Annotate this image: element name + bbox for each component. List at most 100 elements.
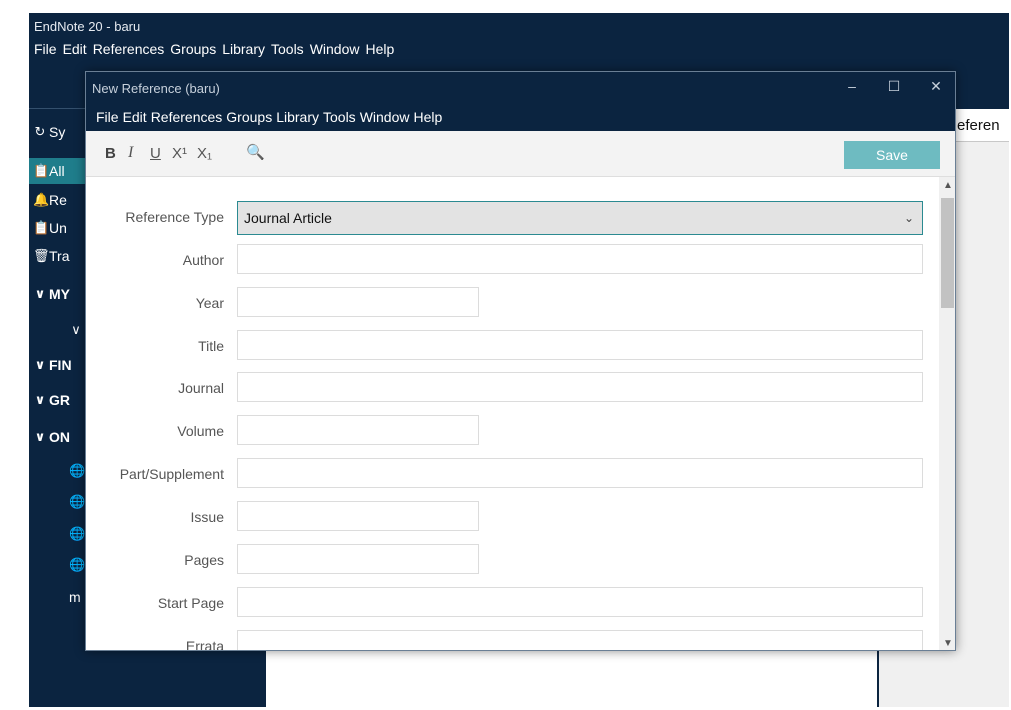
part-supplement-field[interactable] [237, 458, 923, 488]
sidebar-item-label: Sy [49, 124, 66, 140]
scroll-up-icon[interactable]: ▲ [943, 180, 953, 191]
chevron-down-icon: ∨ [34, 286, 46, 301]
main-window-title: EndNote 20 - baru [34, 19, 141, 34]
sidebar-item-recently-added[interactable]: 🔔 Re [33, 192, 67, 208]
clipboard-icon: 📋 [33, 220, 50, 235]
dialog-title: New Reference (baru) [92, 81, 220, 96]
main-menubar: File Edit References Groups Library Tool… [33, 39, 395, 59]
sidebar-group-groups[interactable]: ∨ GR [33, 392, 70, 408]
main-menu-library[interactable]: Library [221, 39, 266, 59]
issue-label: Issue [190, 509, 224, 525]
scrollbar-thumb[interactable] [941, 198, 954, 308]
dialog-menu-tools[interactable]: Tools [323, 109, 356, 125]
title-label: Title [198, 338, 224, 354]
reference-type-value: Journal Article [244, 210, 332, 226]
sidebar-item-label: All [49, 163, 65, 179]
sidebar-item-label: Tra [49, 248, 70, 264]
author-label: Author [182, 252, 224, 268]
globe-icon: 🌐 [69, 557, 86, 572]
chevron-down-icon: ∨ [71, 322, 81, 337]
italic-button[interactable]: I [128, 144, 133, 162]
chevron-down-icon: ∨ [34, 392, 46, 407]
minimize-icon[interactable]: – [845, 78, 859, 95]
dialog-menubar: File Edit References Groups Library Tool… [96, 109, 442, 125]
errata-label: Errata [185, 638, 224, 651]
sync-icon: ↻ [34, 124, 46, 139]
sidebar-online-item[interactable]: 🌐 [69, 494, 85, 510]
main-menu-window[interactable]: Window [309, 39, 361, 59]
sidebar-online-more[interactable]: m [69, 589, 81, 605]
save-button[interactable]: Save [844, 141, 940, 169]
journal-field[interactable] [237, 372, 923, 402]
main-menu-references[interactable]: References [92, 39, 166, 59]
scroll-down-icon[interactable]: ▼ [943, 638, 953, 649]
year-label: Year [195, 295, 224, 311]
dialog-menu-groups[interactable]: Groups [226, 109, 272, 125]
year-field[interactable] [237, 287, 479, 317]
main-menu-help[interactable]: Help [364, 39, 395, 59]
sidebar-divider [29, 108, 89, 109]
new-reference-dialog: New Reference (baru) – ☐ ✕ File Edit Ref… [85, 71, 956, 651]
sidebar-online-item[interactable]: 🌐 [69, 526, 86, 542]
sidebar-group-my[interactable]: ∨ MY [33, 286, 70, 302]
sidebar-item-trash[interactable]: 🗑 Tra [33, 248, 69, 264]
pages-field[interactable] [237, 544, 479, 574]
sidebar-item-label: Re [49, 192, 67, 208]
dialog-header: New Reference (baru) – ☐ ✕ File Edit Ref… [86, 72, 955, 131]
author-field[interactable] [237, 244, 923, 274]
sidebar-item-label: m [69, 589, 81, 605]
sidebar-item-label: ON [49, 429, 70, 445]
search-icon[interactable]: 🔍 [246, 143, 265, 161]
reference-form: Reference Type Journal Article ⌄ Author … [86, 177, 939, 651]
journal-label: Journal [178, 380, 224, 396]
form-scrollbar[interactable]: ▲ ▼ [939, 177, 955, 650]
subscript-button[interactable]: X₁ [197, 145, 212, 162]
dialog-menu-references[interactable]: References [151, 109, 223, 125]
sidebar-online-item[interactable]: 🌐 [69, 557, 86, 573]
superscript-button[interactable]: X¹ [172, 145, 187, 162]
trash-icon: 🗑 [33, 248, 50, 263]
dialog-menu-file[interactable]: File [96, 109, 119, 125]
globe-icon: 🌐 [69, 463, 86, 478]
dialog-menu-edit[interactable]: Edit [123, 109, 147, 125]
sidebar-item-unfiled[interactable]: 📋 Un [33, 220, 67, 236]
formatting-toolbar: B I U X¹ X₁ 🔍 Save [86, 131, 955, 177]
dialog-menu-window[interactable]: Window [360, 109, 410, 125]
start-page-label: Start Page [157, 595, 224, 611]
dialog-menu-library[interactable]: Library [276, 109, 319, 125]
chevron-down-icon: ∨ [34, 429, 46, 444]
close-icon[interactable]: ✕ [929, 78, 943, 95]
sidebar-subgroup-toggle[interactable]: ∨ [69, 322, 83, 338]
main-menu-edit[interactable]: Edit [62, 39, 88, 59]
dialog-menu-help[interactable]: Help [413, 109, 442, 125]
sidebar-item-label: MY [49, 286, 70, 302]
start-page-field[interactable] [237, 587, 923, 617]
sidebar-item-label: FIN [49, 357, 72, 373]
main-menu-tools[interactable]: Tools [270, 39, 305, 59]
main-menu-file[interactable]: File [33, 39, 58, 59]
sidebar-item-sync[interactable]: ↻ Sy [33, 124, 66, 140]
globe-icon: 🌐 [69, 526, 86, 541]
pages-label: Pages [184, 552, 224, 568]
title-field[interactable] [237, 330, 923, 360]
maximize-icon[interactable]: ☐ [887, 78, 901, 95]
issue-field[interactable] [237, 501, 479, 531]
chevron-down-icon: ⌄ [903, 211, 914, 225]
chevron-down-icon: ∨ [34, 357, 46, 372]
sidebar-item-label: GR [49, 392, 70, 408]
bell-icon: 🔔 [33, 192, 50, 207]
sidebar-item-label: Un [49, 220, 67, 236]
reference-type-label: Reference Type [125, 209, 224, 225]
volume-label: Volume [177, 423, 224, 439]
sidebar-group-find[interactable]: ∨ FIN [33, 357, 72, 373]
volume-field[interactable] [237, 415, 479, 445]
main-menu-groups[interactable]: Groups [169, 39, 217, 59]
underline-button[interactable]: U [150, 145, 161, 162]
window-controls: – ☐ ✕ [845, 78, 943, 95]
reference-type-select[interactable]: Journal Article ⌄ [237, 201, 923, 235]
sidebar-online-item[interactable]: 🌐 [69, 463, 86, 479]
bold-button[interactable]: B [105, 145, 116, 162]
clipboard-icon: 📋 [33, 163, 50, 178]
sidebar-group-online[interactable]: ∨ ON [33, 429, 70, 445]
errata-field[interactable] [237, 630, 923, 650]
